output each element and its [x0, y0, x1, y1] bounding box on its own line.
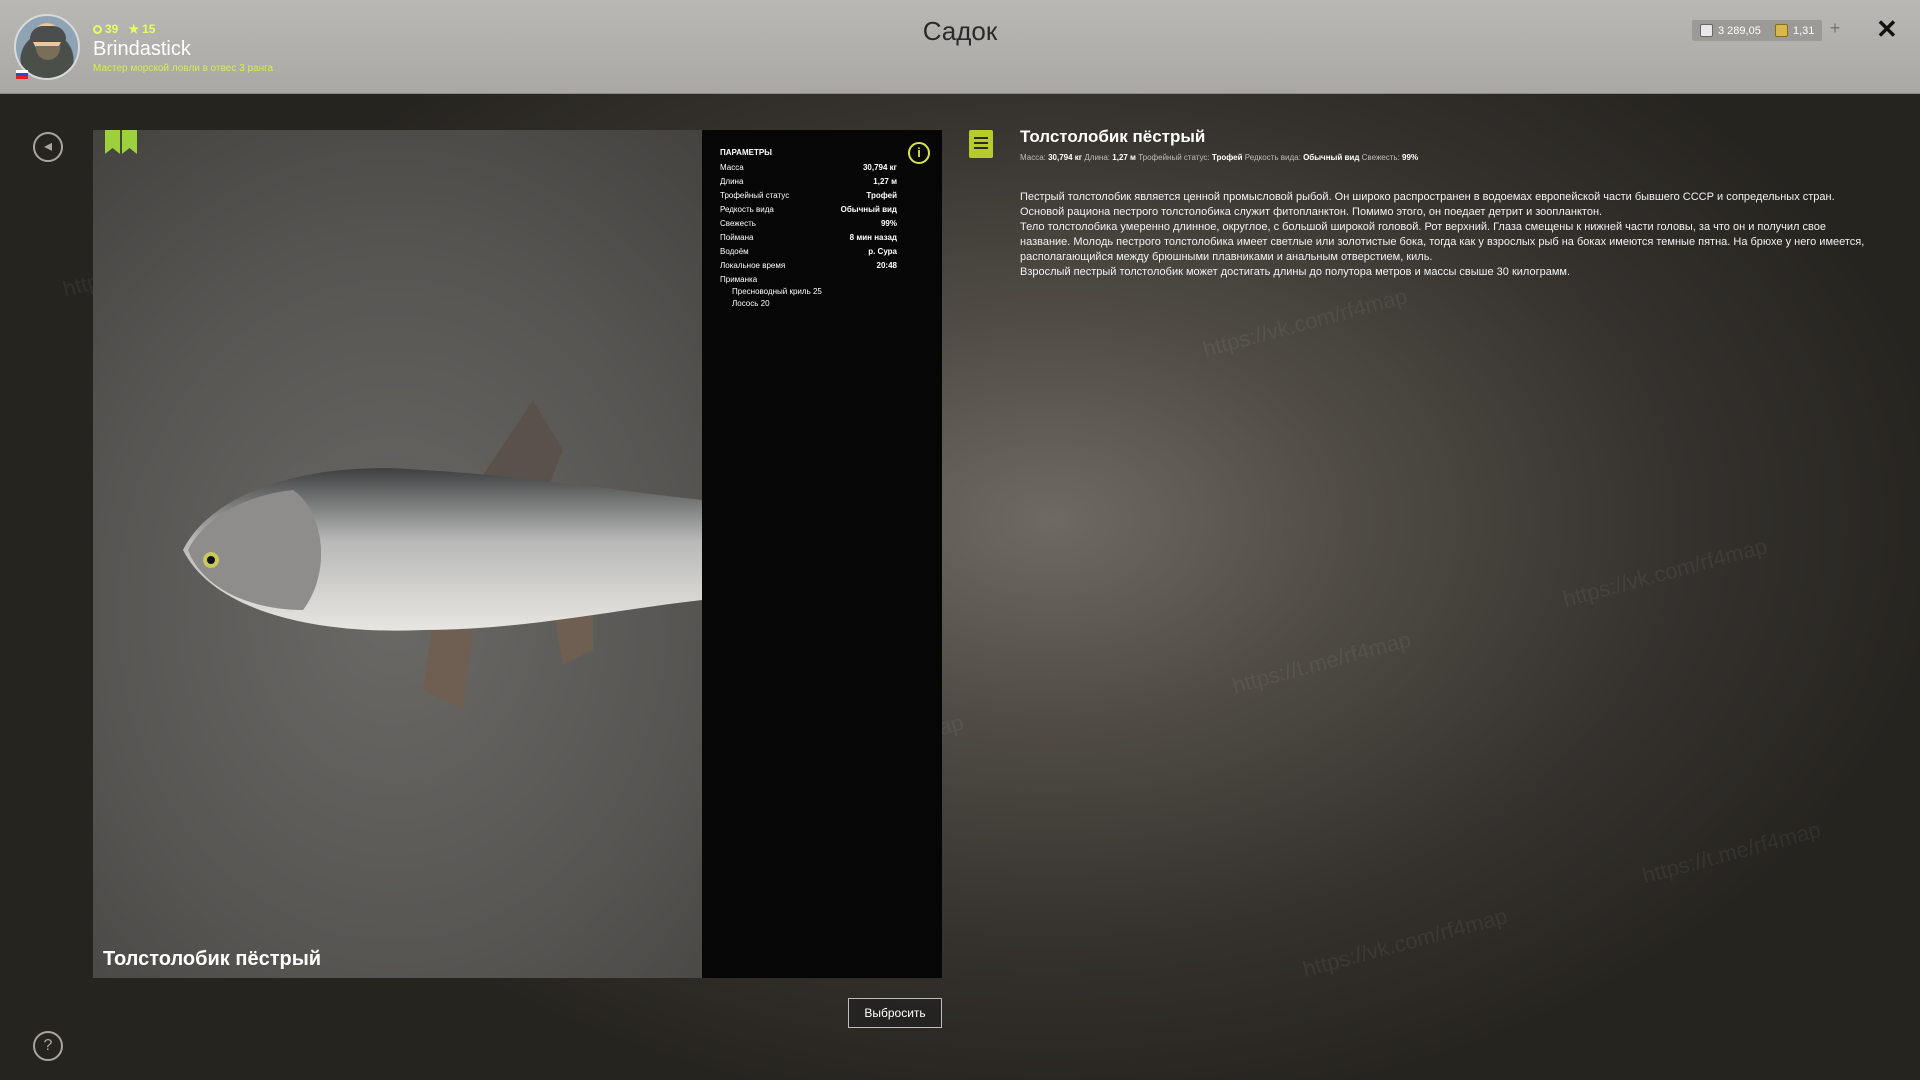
description-paragraph: Пестрый толстолобик является ценной пром…	[1020, 191, 1835, 203]
back-button[interactable]: ◂	[33, 132, 63, 162]
description-text: Пестрый толстолобик является ценной пром…	[1020, 190, 1875, 280]
description-paragraph: Взрослый пестрый толстолобик может дости…	[1020, 266, 1571, 278]
pelvic-fin	[423, 620, 473, 710]
param-row-freshness: Свежесть 99%	[720, 219, 897, 228]
fish-pupil	[207, 556, 215, 564]
watermark: https://t.me/rf4map	[1639, 816, 1824, 889]
param-row-trophy: Трофейный статус Трофей	[720, 191, 897, 200]
release-fish-button[interactable]: Выбросить	[848, 998, 942, 1028]
note-line	[974, 137, 988, 139]
watermark: https://t.me/rf4map	[1229, 626, 1414, 699]
param-row-length: Длина 1,27 м	[720, 177, 897, 186]
add-currency-button[interactable]: +	[1826, 19, 1844, 38]
param-row-rarity: Редкость вида Обычный вид	[720, 205, 897, 214]
help-button[interactable]: ?	[33, 1031, 63, 1061]
fish-photo-card: Толстолобик пёстрый	[93, 130, 702, 978]
watermark: https://vk.com/rf4map	[1300, 903, 1510, 982]
param-row-mass: Масса 30,794 кг	[720, 163, 897, 172]
description-meta: Масса: 30,794 кг Длина: 1,27 м Трофейный…	[1020, 153, 1419, 162]
bait-item: Лосось 20	[732, 299, 770, 308]
russia-flag-icon	[16, 70, 28, 79]
page-title: Садок	[922, 16, 998, 46]
param-row-waterbody: Водоём р. Сура	[720, 247, 897, 256]
param-row-caught: Поймана 8 мин назад	[720, 233, 897, 242]
top-bar: 39 ★ 15 Brindastick Мастер морской ловли …	[0, 0, 1920, 94]
note-line	[974, 142, 988, 144]
description-paragraph: Тело толстолобика умеренно длинное, окру…	[1020, 221, 1865, 263]
note-line	[974, 147, 988, 149]
description-title: Толстолобик пёстрый	[1020, 127, 1206, 146]
param-row-local-time: Локальное время 20:48	[720, 261, 897, 270]
parameters-title: ПАРАМЕТРЫ	[720, 148, 772, 157]
bait-item: Пресноводный криль 25	[732, 287, 822, 296]
parameters-panel: ПАРАМЕТРЫ i Масса 30,794 кг Длина 1,27 м Т…	[702, 130, 942, 978]
close-button[interactable]: ✕	[1876, 16, 1898, 42]
avatar-beard	[36, 46, 60, 60]
gold-balance: 1,31	[1767, 20, 1823, 41]
param-row-bait: Приманка	[720, 275, 758, 284]
fish-head	[188, 490, 322, 610]
silver-coin-icon	[1700, 24, 1713, 37]
watermark: https://vk.com/rf4map	[1560, 533, 1770, 612]
description-note-icon	[969, 130, 993, 158]
fish-image	[183, 400, 702, 710]
watermark: https://vk.com/rf4map	[1200, 283, 1410, 362]
info-icon[interactable]: i	[908, 142, 930, 164]
description-paragraph: Основой рациона пестрого толстолобика сл…	[1020, 206, 1603, 218]
player-rank: Мастер морской ловли в отвес 3 ранга	[93, 63, 274, 74]
silver-balance: 3 289,05	[1692, 20, 1769, 41]
gold-coin-icon	[1775, 24, 1788, 37]
fish-name-caption: Толстолобик пёстрый	[103, 948, 322, 970]
